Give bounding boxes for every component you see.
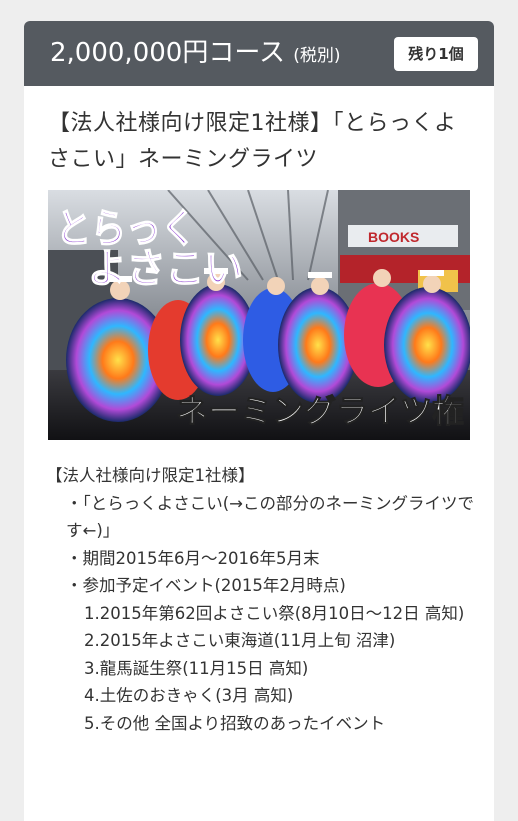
desc-item-naming-text: ・「とらっくよさこい(→この部分のネーミングライツです←)」 [66,493,475,541]
hero-image: BOOKS とらっく よさこい ネーミングライツ権 [48,190,470,440]
tax-note: (税別) [293,46,341,66]
desc-item-naming: ・「とらっくよさこい(→この部分のネーミングライツです←)」 [46,490,476,545]
event-2: 2.2015年よさこい東海道(11月上旬 沼津) [84,631,396,650]
yosakoi-photo: BOOKS とらっく よさこい ネーミングライツ権 [48,190,470,440]
overlay-title-line2: よさこい [88,246,243,292]
remaining-badge: 残り1個 [394,37,478,71]
event-1: 1.2015年第62回よさこい祭(8月10日〜12日 高知) [84,603,465,623]
overlay-naming-rights: ネーミングライツ権 [176,392,464,430]
course-description: 【法人社様向け限定1社様】 ・「とらっくよさこい(→この部分のネーミングライツで… [46,462,476,737]
desc-heading: 【法人社様向け限定1社様】 [46,466,255,485]
event-4: 4.土佐のおきゃく(3月 高知) [84,686,294,705]
event-5: 5.その他 全国より招致のあったイベント [84,713,386,733]
course-title: 【法人社様向け限定1社様】「とらっくよさこい」ネーミングライツ [48,111,457,172]
desc-item-period: ・期間2015年6月〜2016年5月末 [66,548,320,568]
desc-item-events: ・参加予定イベント(2015年2月時点) [66,576,346,595]
price-value: 2,000,000円コース [50,38,286,68]
store-sign: BOOKS [368,229,419,245]
card-header: 2,000,000円コース (税別) 残り1個 [24,21,494,86]
course-price: 2,000,000円コース (税別) [50,35,341,74]
reward-card[interactable]: 2,000,000円コース (税別) 残り1個 【法人社様向け限定1社様】「とら… [24,21,494,821]
event-3: 3.龍馬誕生祭(11月15日 高知) [84,658,309,678]
